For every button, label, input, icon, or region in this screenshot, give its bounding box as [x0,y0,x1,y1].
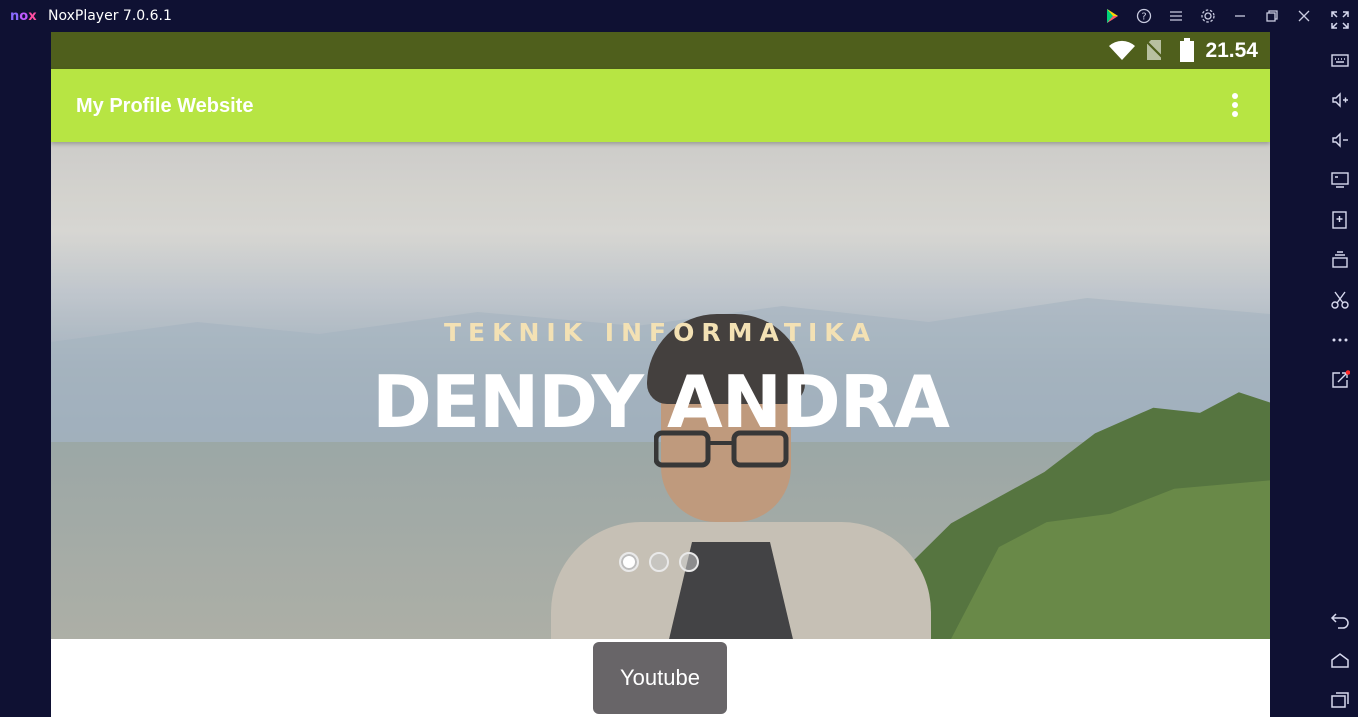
restore-icon[interactable] [1262,6,1282,26]
appbar-title: My Profile Website [76,95,254,117]
hero-subtitle: TEKNIK INFORMATIKA [444,318,877,347]
back-icon[interactable] [1329,609,1351,631]
android-status-bar: 21.54 [51,32,1270,69]
minimize-icon[interactable] [1230,6,1250,26]
volume-up-icon[interactable] [1329,89,1351,111]
volume-down-icon[interactable] [1329,129,1351,151]
svg-text:?: ? [1141,12,1146,23]
hero-carousel[interactable]: TEKNIK INFORMATIKA DENDY ANDRA [51,142,1270,639]
hero-title: DENDY ANDRA [372,360,950,444]
carousel-indicators [619,552,699,574]
more-icon[interactable] [1329,329,1351,351]
android-screen: 21.54 My Profile Website TEKNIK INFORMAT… [51,32,1270,717]
no-sim-icon [1145,40,1165,60]
external-link-icon[interactable] [1329,369,1351,391]
youtube-button[interactable]: Youtube [593,642,727,714]
overflow-menu-icon[interactable] [1226,93,1244,121]
carousel-dot-2[interactable] [649,552,669,572]
emulator-titlebar: nox NoxPlayer 7.0.6.1 ? [0,0,1320,32]
menu-icon[interactable] [1166,6,1186,26]
carousel-dot-1[interactable] [619,552,639,572]
multi-instance-icon[interactable] [1329,249,1351,271]
wifi-icon [1109,40,1135,60]
screen-icon[interactable] [1329,169,1351,191]
screenshot-icon[interactable] [1329,289,1351,311]
recents-icon[interactable] [1329,689,1351,711]
help-icon[interactable]: ? [1134,6,1154,26]
settings-icon[interactable] [1198,6,1218,26]
battery-icon [1180,38,1194,62]
play-store-icon[interactable] [1102,6,1122,26]
keyboard-icon[interactable] [1329,49,1351,71]
add-apk-icon[interactable] [1329,209,1351,231]
fullscreen-icon[interactable] [1329,9,1351,31]
home-icon[interactable] [1329,649,1351,671]
carousel-dot-3[interactable] [679,552,699,572]
close-icon[interactable] [1294,6,1314,26]
app-title: NoxPlayer 7.0.6.1 [48,8,172,24]
app-bar: My Profile Website [51,69,1270,142]
emulator-sidebar [1320,0,1358,717]
status-clock: 21.54 [1205,39,1258,62]
nox-logo: nox [10,9,37,24]
content-section: Youtube [51,639,1270,717]
